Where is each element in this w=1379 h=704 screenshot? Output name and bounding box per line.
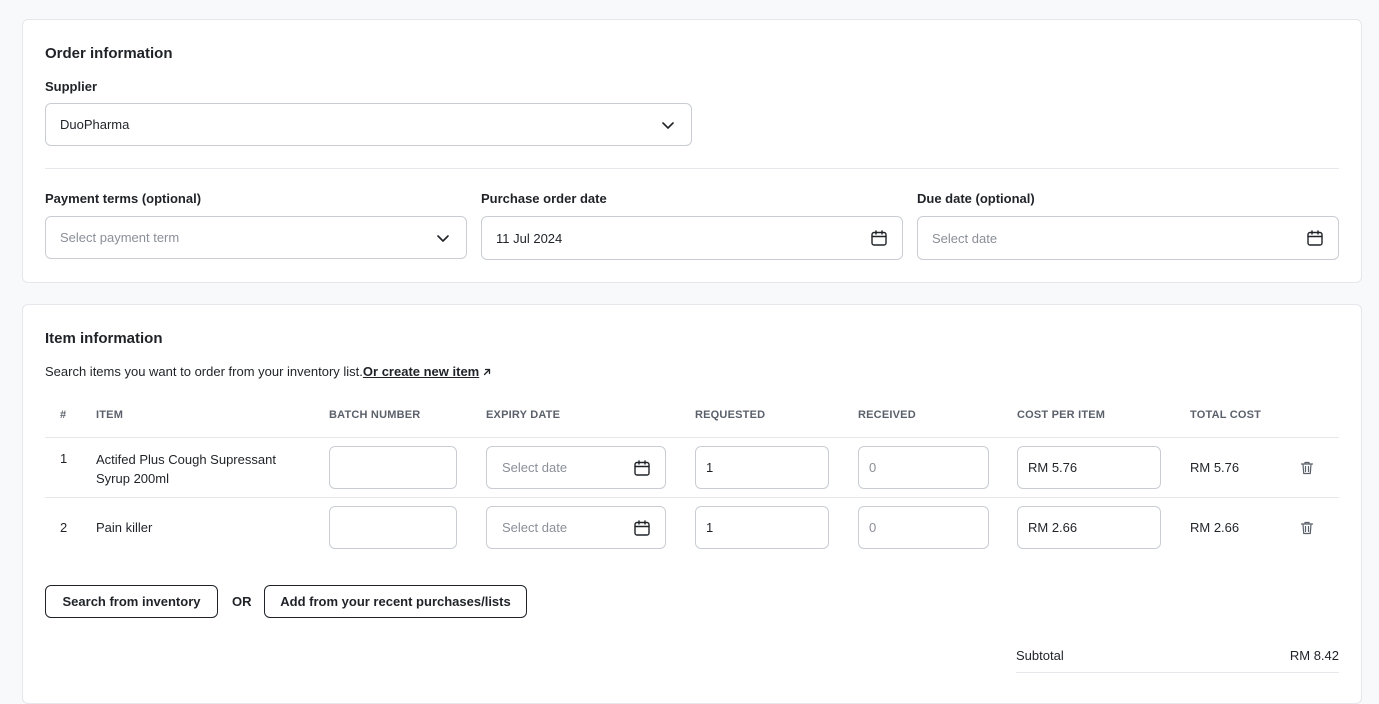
- supplier-value: DuoPharma: [60, 117, 130, 132]
- column-header-received: RECEIVED: [858, 409, 916, 421]
- payment-terms-placeholder: Select payment term: [60, 230, 180, 245]
- trash-icon[interactable]: [1299, 460, 1315, 476]
- add-from-recent-button[interactable]: Add from your recent purchases/lists: [264, 585, 527, 618]
- due-date-label: Due date (optional): [917, 191, 1035, 206]
- batch-number-input[interactable]: [329, 446, 457, 489]
- expiry-date-input[interactable]: Select date: [486, 506, 666, 549]
- column-header-item: ITEM: [96, 409, 124, 421]
- section-divider: [45, 168, 1339, 169]
- column-header-total-cost: TOTAL COST: [1190, 409, 1262, 421]
- supplier-label: Supplier: [45, 79, 98, 94]
- cost-per-item-input[interactable]: RM 5.76: [1017, 446, 1161, 489]
- description-text: Search items you want to order from your…: [45, 364, 363, 379]
- requested-quantity-value: 1: [706, 520, 714, 535]
- received-quantity-input[interactable]: 0: [858, 446, 989, 489]
- item-information-card: Item information Search items you want t…: [22, 304, 1362, 704]
- received-quantity-placeholder: 0: [869, 460, 877, 475]
- batch-number-input[interactable]: [329, 506, 457, 549]
- calendar-icon[interactable]: [870, 229, 888, 247]
- create-new-item-link[interactable]: Or create new item: [363, 364, 479, 379]
- table-header-divider: [45, 437, 1339, 438]
- chevron-down-icon: [434, 229, 452, 247]
- or-separator: OR: [232, 594, 252, 609]
- subtotal-divider: [1016, 672, 1339, 673]
- purchase-order-date-input[interactable]: 11 Jul 2024: [481, 216, 903, 260]
- trash-icon[interactable]: [1299, 520, 1315, 536]
- order-information-title: Order information: [45, 45, 173, 62]
- cost-per-item-value: RM 2.66: [1028, 520, 1078, 535]
- received-quantity-input[interactable]: 0: [858, 506, 989, 549]
- due-date-placeholder: Select date: [932, 230, 998, 246]
- chevron-down-icon: [659, 116, 677, 134]
- expiry-date-placeholder: Select date: [502, 460, 568, 475]
- payment-terms-label: Payment terms (optional): [45, 191, 202, 206]
- expiry-date-input[interactable]: Select date: [486, 446, 666, 489]
- row-number: 1: [60, 451, 68, 466]
- calendar-icon[interactable]: [633, 519, 651, 537]
- row-number: 2: [60, 520, 68, 535]
- purchase-order-date-label: Purchase order date: [481, 191, 607, 206]
- requested-quantity-input[interactable]: 1: [695, 506, 829, 549]
- cost-per-item-value: RM 5.76: [1028, 460, 1078, 475]
- item-name-line: Syrup 200ml: [96, 471, 169, 486]
- expiry-date-placeholder: Select date: [502, 520, 568, 535]
- total-cost: RM 5.76: [1190, 460, 1240, 475]
- item-name: Pain killer: [96, 520, 153, 535]
- payment-terms-select[interactable]: Select payment term: [45, 216, 467, 259]
- item-name: Actifed Plus Cough Supressant Syrup 200m…: [96, 450, 276, 488]
- subtotal-label: Subtotal: [1016, 648, 1064, 663]
- column-header-number: #: [60, 409, 67, 421]
- total-cost: RM 2.66: [1190, 520, 1240, 535]
- calendar-icon[interactable]: [1306, 229, 1324, 247]
- row-divider: [45, 497, 1339, 498]
- external-link-icon: [482, 365, 492, 380]
- order-information-card: Order information Supplier DuoPharma Pay…: [22, 19, 1362, 283]
- item-name-line: Actifed Plus Cough Supressant: [96, 452, 276, 467]
- item-information-title: Item information: [45, 330, 163, 347]
- calendar-icon[interactable]: [633, 459, 651, 477]
- column-header-requested: REQUESTED: [695, 409, 766, 421]
- column-header-expiry-date: EXPIRY DATE: [486, 409, 561, 421]
- supplier-select[interactable]: DuoPharma: [45, 103, 692, 146]
- purchase-order-date-value: 11 Jul 2024: [496, 230, 563, 246]
- requested-quantity-input[interactable]: 1: [695, 446, 829, 489]
- cost-per-item-input[interactable]: RM 2.66: [1017, 506, 1161, 549]
- search-from-inventory-button[interactable]: Search from inventory: [45, 585, 218, 618]
- column-header-batch-number: BATCH NUMBER: [329, 409, 421, 421]
- column-header-cost-per-item: COST PER ITEM: [1017, 409, 1106, 421]
- requested-quantity-value: 1: [706, 460, 714, 475]
- subtotal-value: RM 8.42: [1289, 648, 1339, 663]
- item-information-description: Search items you want to order from your…: [45, 364, 492, 380]
- received-quantity-placeholder: 0: [869, 520, 877, 535]
- due-date-input[interactable]: Select date: [917, 216, 1339, 260]
